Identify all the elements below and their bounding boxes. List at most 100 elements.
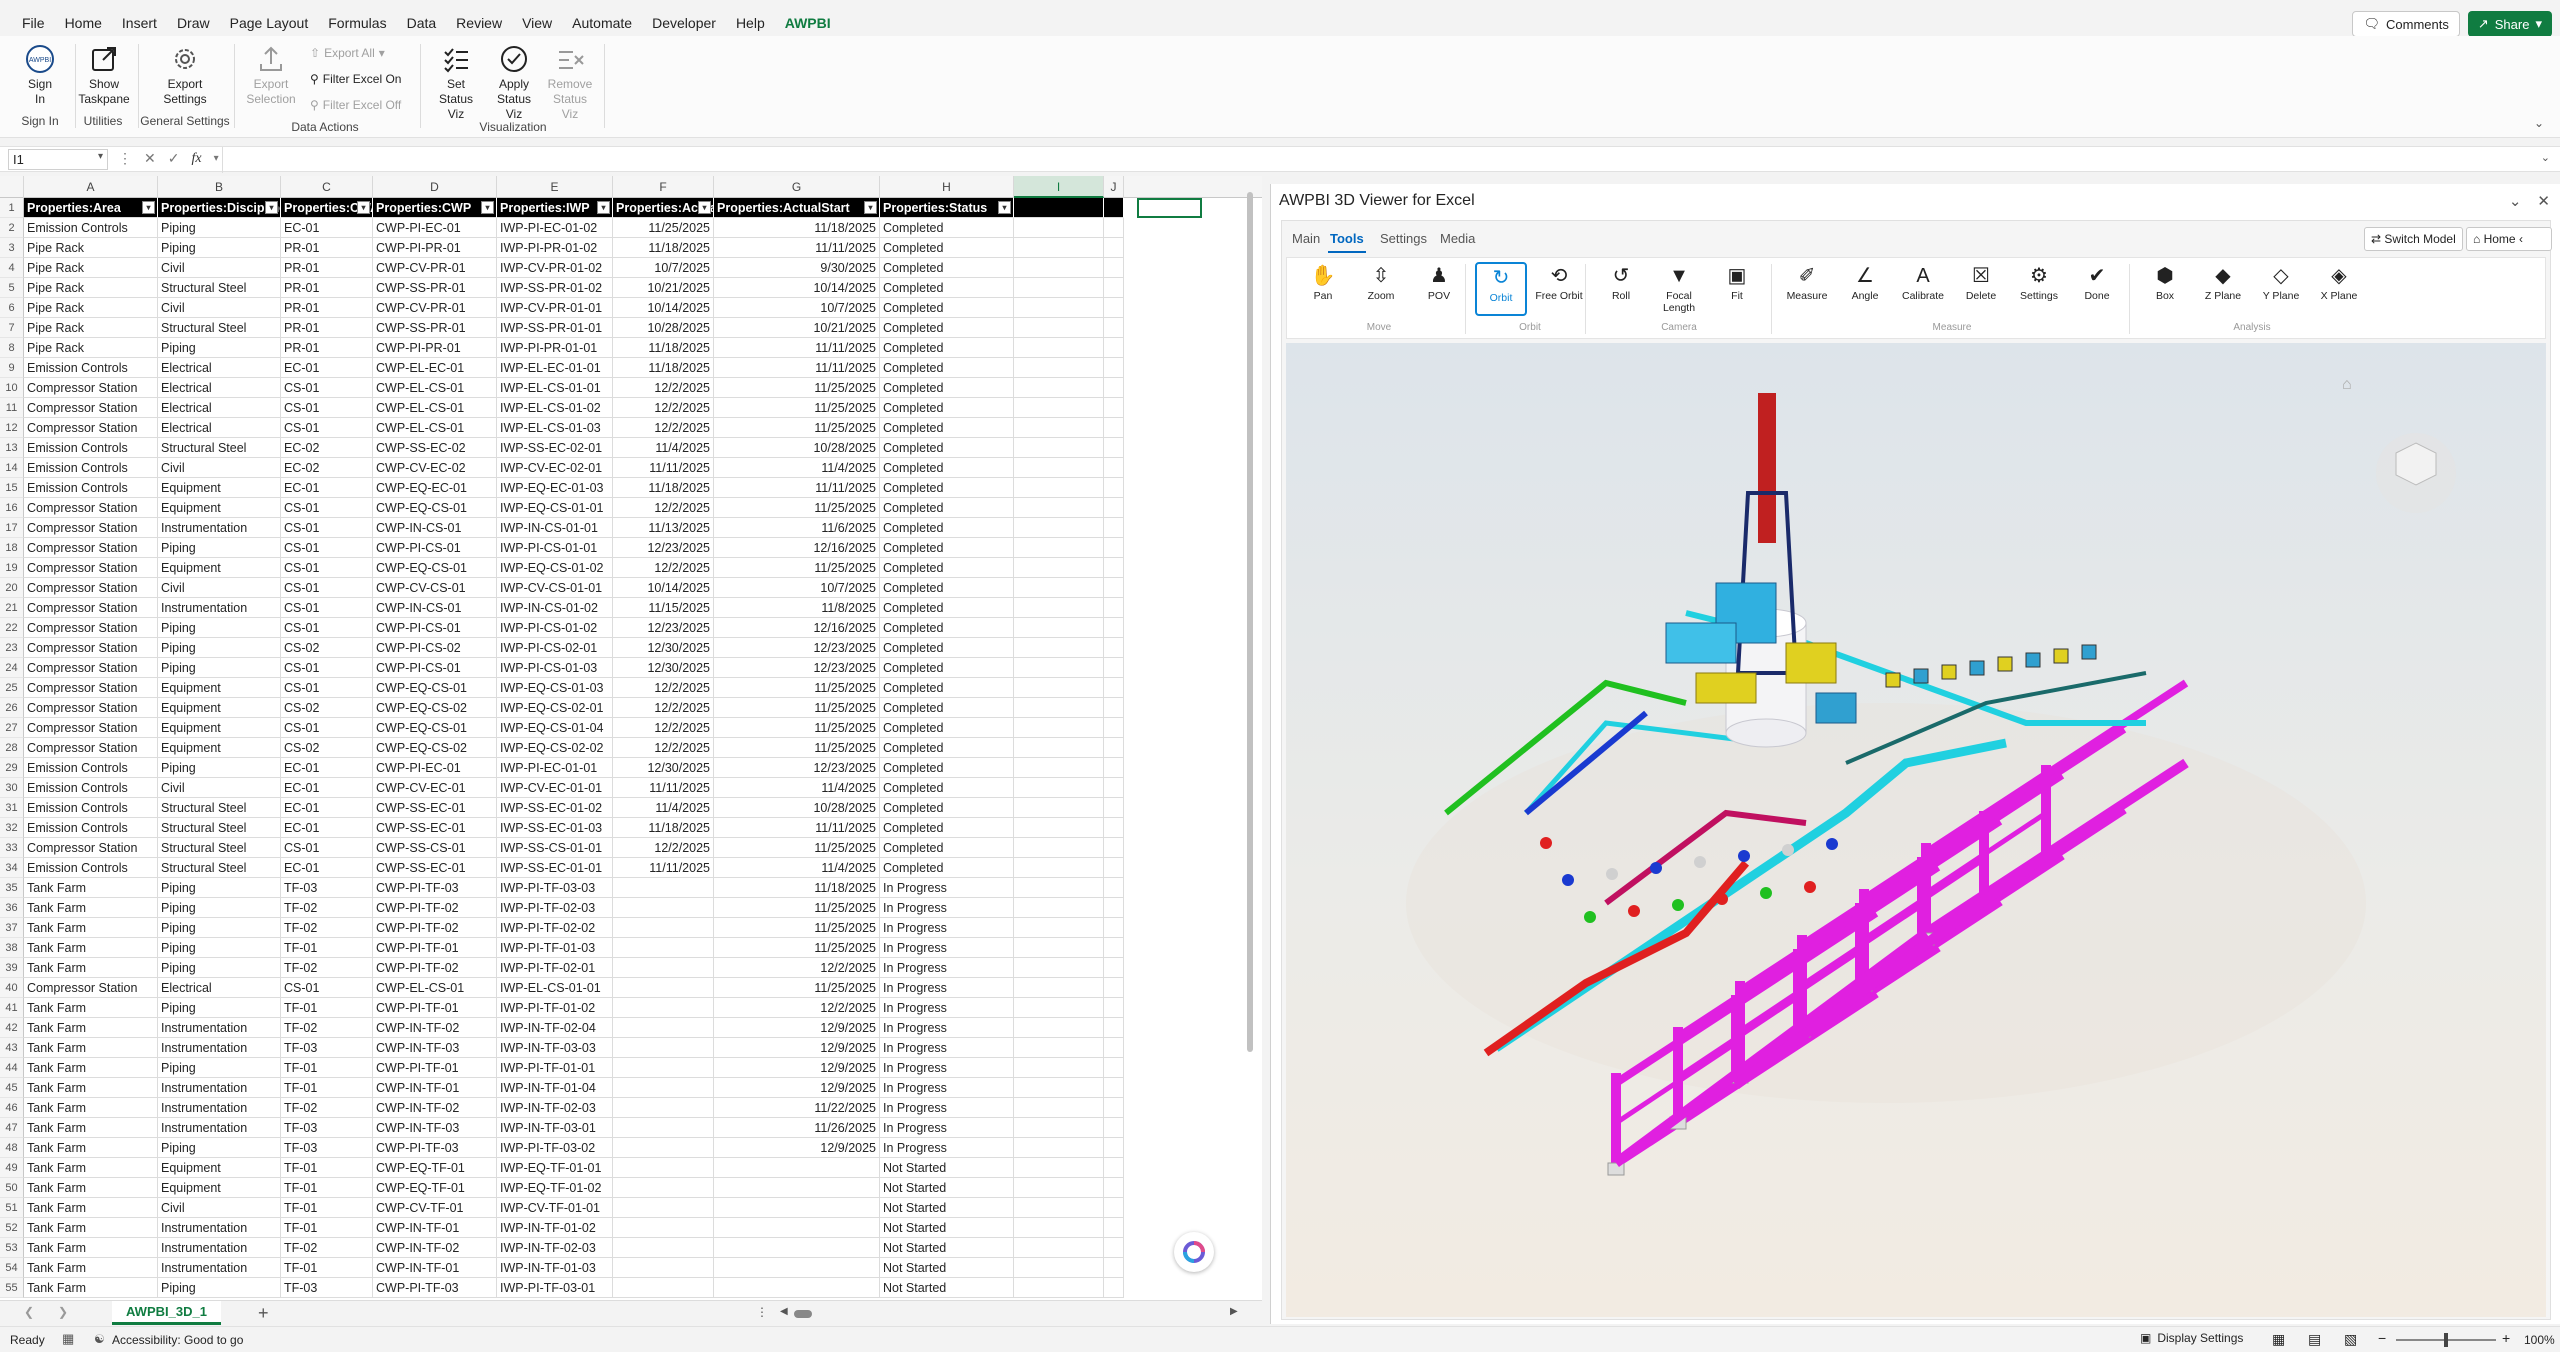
table-cell[interactable]: 11/25/2025 [714, 558, 880, 578]
table-cell[interactable]: 11/25/2025 [714, 938, 880, 958]
filter-dropdown-icon[interactable]: ▾ [597, 201, 610, 214]
table-cell[interactable]: IWP-SS-EC-01-02 [497, 798, 613, 818]
table-cell[interactable]: Compressor Station [24, 978, 158, 998]
scroll-right-icon[interactable]: ▶ [1230, 1306, 1238, 1317]
table-cell[interactable]: Electrical [158, 378, 281, 398]
table-cell[interactable]: CWP-PI-CS-01 [373, 658, 497, 678]
ribbon-collapse-icon[interactable]: ⌄ [2534, 116, 2544, 130]
empty-cell[interactable] [1014, 558, 1104, 578]
empty-cell[interactable] [1014, 798, 1104, 818]
vertical-scrollbar[interactable] [1244, 182, 1256, 1294]
table-cell[interactable]: CWP-EL-CS-01 [373, 418, 497, 438]
table-cell[interactable]: Emission Controls [24, 458, 158, 478]
macro-icon[interactable]: ▦ [62, 1331, 74, 1347]
table-cell[interactable]: 11/25/2025 [714, 918, 880, 938]
table-cell[interactable]: 11/15/2025 [613, 598, 714, 618]
table-cell[interactable]: EC-01 [281, 778, 373, 798]
table-cell[interactable]: Civil [158, 778, 281, 798]
row-header[interactable]: 29 [0, 758, 24, 778]
empty-cell[interactable] [1014, 378, 1104, 398]
empty-cell[interactable] [1104, 398, 1124, 418]
table-cell[interactable] [714, 1158, 880, 1178]
table-cell[interactable]: IWP-IN-TF-03-03 [497, 1038, 613, 1058]
row-header[interactable]: 3 [0, 238, 24, 258]
empty-cell[interactable] [1014, 418, 1104, 438]
table-cell[interactable] [613, 1218, 714, 1238]
table-cell[interactable]: 11/4/2025 [714, 458, 880, 478]
table-cell[interactable]: CWP-CV-TF-01 [373, 1198, 497, 1218]
empty-cell[interactable] [1014, 338, 1104, 358]
table-cell[interactable]: Tank Farm [24, 1178, 158, 1198]
table-cell[interactable] [613, 1198, 714, 1218]
tab-main[interactable]: Main [1292, 231, 1320, 246]
empty-cell[interactable] [1104, 798, 1124, 818]
empty-cell[interactable] [1104, 1018, 1124, 1038]
empty-cell[interactable] [1104, 898, 1124, 918]
table-cell[interactable]: Piping [158, 938, 281, 958]
table-cell[interactable]: CWP-EL-CS-01 [373, 978, 497, 998]
table-cell[interactable]: Tank Farm [24, 1138, 158, 1158]
row-header[interactable]: 50 [0, 1178, 24, 1198]
empty-cell[interactable] [1104, 338, 1124, 358]
table-cell[interactable]: CS-01 [281, 678, 373, 698]
table-cell[interactable]: CWP-EQ-TF-01 [373, 1158, 497, 1178]
table-cell[interactable]: EC-01 [281, 858, 373, 878]
table-cell[interactable]: Electrical [158, 358, 281, 378]
table-cell[interactable]: Completed [880, 418, 1014, 438]
row-header[interactable]: 31 [0, 798, 24, 818]
table-cell[interactable] [613, 898, 714, 918]
table-cell[interactable]: Completed [880, 358, 1014, 378]
cancel-icon[interactable]: ✕ [144, 150, 156, 167]
sheet-tab-awpbi-3d-1[interactable]: AWPBI_3D_1 [112, 1301, 221, 1325]
empty-cell[interactable] [1014, 578, 1104, 598]
table-cell[interactable]: TF-01 [281, 1218, 373, 1238]
table-cell[interactable]: CWP-SS-EC-02 [373, 438, 497, 458]
switch-model-button[interactable]: ⇄ Switch Model [2364, 227, 2463, 251]
row-header[interactable]: 49 [0, 1158, 24, 1178]
row-header[interactable]: 17 [0, 518, 24, 538]
table-cell[interactable]: Piping [158, 338, 281, 358]
table-cell[interactable] [714, 1258, 880, 1278]
table-cell[interactable]: In Progress [880, 938, 1014, 958]
empty-cell[interactable] [1104, 518, 1124, 538]
table-cell[interactable]: 10/7/2025 [613, 258, 714, 278]
table-cell[interactable]: Tank Farm [24, 1258, 158, 1278]
row-header[interactable]: 51 [0, 1198, 24, 1218]
table-cell[interactable]: In Progress [880, 1058, 1014, 1078]
table-cell[interactable]: CWP-PI-TF-01 [373, 998, 497, 1018]
table-cell[interactable] [613, 1158, 714, 1178]
table-cell[interactable]: Completed [880, 798, 1014, 818]
table-cell[interactable]: Compressor Station [24, 378, 158, 398]
empty-cell[interactable] [1014, 638, 1104, 658]
table-cell[interactable] [613, 1018, 714, 1038]
empty-cell[interactable] [1014, 878, 1104, 898]
table-cell[interactable]: TF-01 [281, 1158, 373, 1178]
table-cell[interactable]: Pipe Rack [24, 278, 158, 298]
table-cell[interactable]: Equipment [158, 1178, 281, 1198]
row-header[interactable]: 32 [0, 818, 24, 838]
empty-cell[interactable] [1104, 1238, 1124, 1258]
table-cell[interactable]: IWP-PI-EC-01-01 [497, 758, 613, 778]
table-cell[interactable]: 12/23/2025 [714, 638, 880, 658]
table-cell[interactable]: CWP-EQ-EC-01 [373, 478, 497, 498]
table-cell[interactable]: Instrumentation [158, 598, 281, 618]
table-cell[interactable]: 11/25/2025 [714, 898, 880, 918]
table-cell[interactable]: Tank Farm [24, 1038, 158, 1058]
table-cell[interactable]: CS-01 [281, 658, 373, 678]
column-header-cell[interactable]: Properties:ActualFinish▾ [613, 198, 714, 218]
table-cell[interactable] [613, 1178, 714, 1198]
empty-cell[interactable] [1104, 638, 1124, 658]
tab-media[interactable]: Media [1440, 231, 1475, 246]
table-cell[interactable]: TF-01 [281, 1198, 373, 1218]
empty-cell[interactable] [1014, 278, 1104, 298]
table-cell[interactable]: EC-02 [281, 438, 373, 458]
table-cell[interactable]: 12/2/2025 [613, 718, 714, 738]
table-cell[interactable]: Equipment [158, 498, 281, 518]
empty-cell[interactable] [1014, 758, 1104, 778]
table-cell[interactable]: Piping [158, 998, 281, 1018]
table-cell[interactable] [613, 878, 714, 898]
empty-cell[interactable] [1104, 278, 1124, 298]
row-header[interactable]: 35 [0, 878, 24, 898]
table-cell[interactable]: IWP-CV-EC-01-01 [497, 778, 613, 798]
table-cell[interactable]: IWP-IN-TF-02-03 [497, 1098, 613, 1118]
